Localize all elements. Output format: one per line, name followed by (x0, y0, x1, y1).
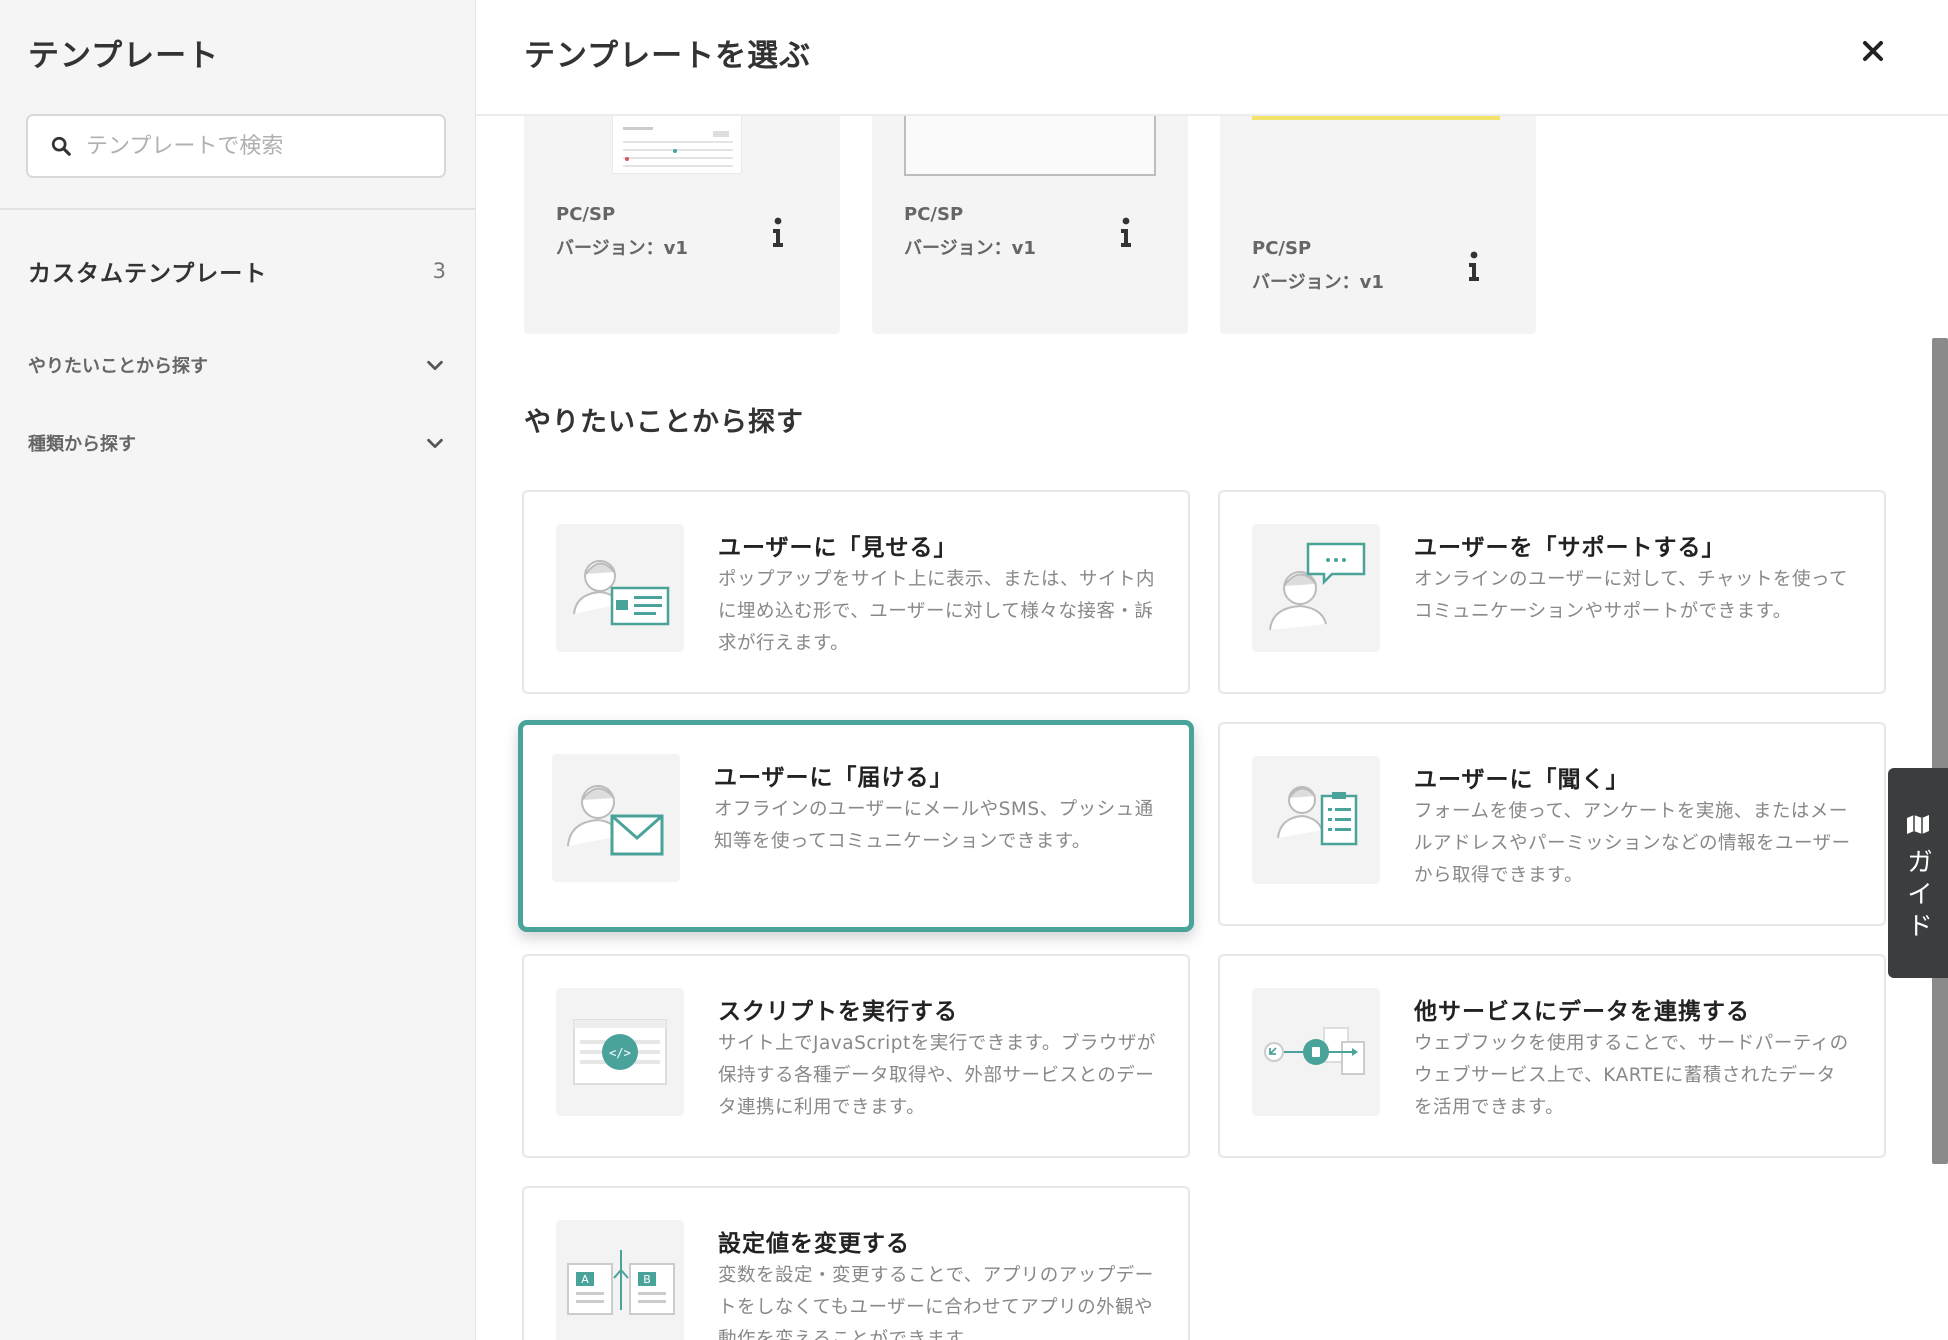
main-panel: PC/SP バージョン：v1 PC/SP バージョン：v1 PC/SP バージョ… (476, 0, 1948, 1340)
info-icon[interactable] (768, 216, 788, 250)
template-card[interactable]: PC/SP バージョン：v1 (1220, 100, 1536, 334)
show-icon (556, 524, 684, 652)
chevron-down-icon (427, 360, 443, 371)
sidebar: テンプレート カスタムテンプレート 3 やりたいことから探す 種類から探す (0, 0, 476, 1340)
purpose-description: フォームを使って、アンケートを実施、またはメールアドレスやパーミッションなどの情… (1414, 801, 1851, 886)
template-device: PC/SP (904, 204, 964, 225)
template-version: バージョン：v1 (556, 238, 688, 259)
purpose-title: スクリプトを実行する (718, 999, 958, 1025)
close-icon[interactable] (1856, 34, 1890, 68)
support-icon (1252, 524, 1380, 652)
purpose-card-script[interactable]: </> スクリプトを実行する サイト上でJavaScriptを実行できます。ブラ… (522, 954, 1190, 1158)
template-thumbnail (612, 112, 742, 174)
info-icon[interactable] (1464, 250, 1484, 284)
modal-header: テンプレートを選ぶ (476, 0, 1948, 116)
svg-text:A: A (581, 1273, 589, 1286)
template-card[interactable]: PC/SP バージョン：v1 (872, 100, 1188, 334)
purpose-card-deliver[interactable]: ユーザーに「届ける」 オフラインのユーザーにメールやSMS、プッシュ通知等を使っ… (518, 720, 1194, 932)
purpose-description: ウェブフックを使用することで、サードパーティのウェブサービス上で、KARTEに蓄… (1414, 1033, 1849, 1118)
section-title: やりたいことから探す (524, 407, 804, 438)
webhook-icon (1252, 988, 1380, 1116)
purpose-card-webhook[interactable]: 他サービスにデータを連携する ウェブフックを使用することで、サードパーティのウェ… (1218, 954, 1886, 1158)
template-card[interactable]: PC/SP バージョン：v1 (524, 100, 840, 334)
custom-templates-item[interactable]: カスタムテンプレート 3 (28, 254, 446, 288)
svg-text:B: B (643, 1273, 651, 1286)
sidebar-section-label: やりたいことから探す (28, 356, 208, 377)
purpose-card-support[interactable]: ユーザーを「サポートする」 オンラインのユーザーに対して、チャットを使ってコミュ… (1218, 490, 1886, 694)
purpose-title: ユーザーに「見せる」 (718, 535, 958, 561)
purpose-description: 変数を設定・変更することで、アプリのアップデートをしなくてもユーザーに合わせてア… (718, 1265, 1154, 1340)
template-thumbnail (904, 112, 1156, 176)
svg-text:</>: </> (609, 1046, 631, 1060)
sidebar-section-purpose[interactable]: やりたいことから探す (28, 352, 446, 378)
search-icon (51, 136, 71, 156)
info-icon[interactable] (1116, 216, 1136, 250)
purpose-title: ユーザーに「聞く」 (1414, 767, 1630, 793)
search-box[interactable] (26, 114, 446, 178)
purpose-card-config[interactable]: A B 設定値を変更する 変数を設定・変更することで、アプリのアップデートをしな… (522, 1186, 1190, 1340)
custom-templates-label: カスタムテンプレート (28, 261, 268, 287)
script-icon: </> (556, 988, 684, 1116)
purpose-description: サイト上でJavaScriptを実行できます。ブラウザが保持する各種データ取得や… (718, 1033, 1156, 1118)
purpose-description: オンラインのユーザーに対して、チャットを使ってコミュニケーションやサポートができ… (1414, 569, 1849, 622)
scrollbar[interactable] (1932, 338, 1948, 1164)
deliver-icon (552, 754, 680, 882)
guide-label: ガイド (1902, 848, 1933, 944)
template-version: バージョン：v1 (1252, 272, 1384, 293)
ask-icon (1252, 756, 1380, 884)
purpose-title: 他サービスにデータを連携する (1414, 999, 1750, 1025)
search-input[interactable] (86, 133, 416, 159)
book-map-icon (1907, 815, 1929, 834)
sidebar-divider (0, 208, 476, 210)
modal-title: テンプレートを選ぶ (524, 38, 812, 74)
sidebar-section-type[interactable]: 種類から探す (28, 430, 446, 456)
template-version: バージョン：v1 (904, 238, 1036, 259)
sidebar-title: テンプレート (28, 38, 220, 74)
purpose-title: 設定値を変更する (718, 1231, 910, 1257)
purpose-description: ポップアップをサイト上に表示、または、サイト内に埋め込む形で、ユーザーに対して様… (718, 569, 1156, 654)
template-device: PC/SP (556, 204, 616, 225)
custom-templates-count: 3 (432, 259, 446, 283)
purpose-card-ask[interactable]: ユーザーに「聞く」 フォームを使って、アンケートを実施、またはメールアドレスやパ… (1218, 722, 1886, 926)
purpose-card-show[interactable]: ユーザーに「見せる」 ポップアップをサイト上に表示、または、サイト内に埋め込む形… (522, 490, 1190, 694)
config-icon: A B (556, 1220, 684, 1340)
guide-tab[interactable]: ガイド (1888, 768, 1948, 978)
template-device: PC/SP (1252, 238, 1312, 259)
purpose-title: ユーザーに「届ける」 (714, 765, 954, 791)
purpose-title: ユーザーを「サポートする」 (1414, 535, 1726, 561)
purpose-description: オフラインのユーザーにメールやSMS、プッシュ通知等を使ってコミュニケーションで… (714, 799, 1154, 852)
chevron-down-icon (427, 438, 443, 449)
sidebar-section-label: 種類から探す (28, 434, 136, 455)
